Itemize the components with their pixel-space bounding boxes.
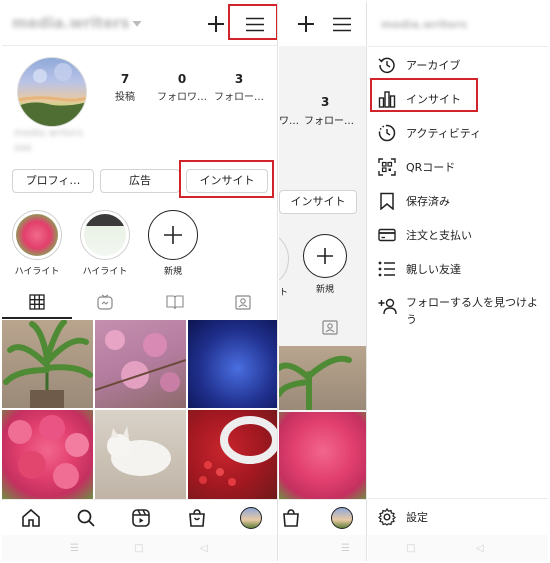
- followers-label-partial: ワ…: [279, 116, 299, 127]
- bottom-nav-partial: [279, 499, 366, 535]
- bookmark-icon: [380, 192, 394, 210]
- insights-menu-highlight-box: [370, 78, 478, 112]
- grid-icon[interactable]: [29, 294, 45, 310]
- menu-item-settings[interactable]: 設定: [368, 500, 548, 534]
- menu-item-close-friends[interactable]: 親しい友達: [368, 252, 548, 286]
- search-icon[interactable]: [76, 508, 96, 528]
- new-highlight-label-partial: 新規: [316, 285, 335, 295]
- back-triangle-icon[interactable]: ◁: [476, 543, 484, 554]
- edit-profile-button[interactable]: プロフィ…: [12, 169, 94, 193]
- menu-item-label: フォローする人を見つけよう: [406, 296, 538, 326]
- following-label: フォロー…: [214, 92, 264, 103]
- home-icon[interactable]: [21, 508, 41, 528]
- menu-bottom-divider: [368, 498, 548, 499]
- menu-item-archive[interactable]: アーカイブ: [368, 48, 548, 82]
- active-tab-indicator: [2, 317, 72, 319]
- menu-lines-icon[interactable]: ☰: [70, 543, 79, 554]
- profile-avatar-icon: [331, 507, 353, 529]
- new-highlight-partial: [303, 234, 347, 278]
- grid-post-3[interactable]: [188, 320, 277, 408]
- insights-button-partial: インサイト: [279, 190, 357, 214]
- menu-item-label: 注文と支払い: [406, 229, 472, 242]
- menu-item-label: 保存済み: [406, 195, 450, 208]
- highlight-2[interactable]: [80, 210, 130, 260]
- tagged-icon: [322, 320, 338, 335]
- menu-item-orders-payments[interactable]: 注文と支払い: [368, 218, 548, 252]
- profile-screen: media.writers 7 投稿 0 フォロワ… 3 フォロー… media…: [2, 2, 278, 561]
- back-triangle-icon[interactable]: ◁: [200, 543, 208, 554]
- bio-text: 444: [14, 144, 32, 154]
- settings-gear-icon: [378, 508, 396, 526]
- profile-screen-partial: 3 ワ… フォロー… インサイト ト 新規 ☰: [279, 2, 367, 561]
- menu-divider: [368, 46, 548, 47]
- grid-post-5[interactable]: [95, 410, 186, 499]
- igtv-icon[interactable]: [97, 294, 113, 310]
- side-menu: media.writers アーカイブ インサイト アクティビティ QRコード …: [368, 2, 548, 561]
- plus-icon: [317, 248, 333, 264]
- grid-post-6[interactable]: [188, 410, 277, 499]
- card-icon: [378, 228, 396, 242]
- menu-item-label: アクティビティ: [406, 127, 482, 140]
- bottom-nav: [2, 499, 277, 535]
- highlight-1[interactable]: [12, 210, 62, 260]
- following-stat[interactable]: 3 フォロー…: [204, 72, 274, 103]
- hamburger-menu-icon: [333, 17, 351, 32]
- grid-post-1[interactable]: [2, 320, 93, 408]
- highlight-2-label: ハイライト: [82, 267, 128, 277]
- qr-code-icon: [378, 158, 396, 176]
- following-count-partial: 3: [321, 95, 330, 109]
- home-square-icon[interactable]: □: [406, 543, 415, 554]
- grid-post-2[interactable]: [95, 320, 186, 408]
- ads-button[interactable]: 広告: [100, 169, 180, 193]
- menu-item-activity[interactable]: アクティビティ: [368, 116, 548, 150]
- menu-item-label: 設定: [406, 511, 428, 524]
- avatar[interactable]: [17, 57, 87, 127]
- menu-item-discover-people[interactable]: フォローする人を見つけよう: [368, 294, 548, 330]
- add-person-icon: [378, 298, 397, 315]
- tagged-icon[interactable]: [235, 294, 251, 310]
- profile-avatar-icon[interactable]: [240, 507, 262, 529]
- menu-lines-icon: ☰: [341, 543, 350, 554]
- system-nav-bar-partial: ☰: [279, 535, 366, 561]
- menu-item-saved[interactable]: 保存済み: [368, 184, 548, 218]
- archive-icon: [378, 57, 395, 74]
- plus-icon: [298, 16, 314, 32]
- grid-post-4[interactable]: [2, 410, 93, 499]
- highlight-label-partial: ト: [279, 288, 289, 298]
- system-nav-bar: ☰ □ ◁: [2, 535, 277, 561]
- partial-header: [279, 2, 366, 46]
- insights-highlight-box: [179, 160, 274, 198]
- menu-username: media.writers: [381, 18, 468, 31]
- username[interactable]: media.writers: [12, 14, 130, 32]
- system-nav-bar-menu: □ ◁: [368, 535, 548, 561]
- new-highlight-button[interactable]: [148, 210, 198, 260]
- new-highlight-label: 新規: [163, 267, 182, 277]
- reels-icon[interactable]: [131, 508, 151, 528]
- activity-icon: [378, 124, 396, 142]
- following-count: 3: [234, 72, 244, 86]
- highlight-1-label: ハイライト: [14, 267, 60, 277]
- close-friends-icon: [378, 261, 395, 277]
- grid-post-partial-1: [279, 346, 366, 410]
- home-square-icon[interactable]: □: [134, 543, 143, 554]
- menu-item-label: 親しい友達: [406, 263, 461, 276]
- menu-item-qr-code[interactable]: QRコード: [368, 150, 548, 184]
- shop-icon: [283, 509, 299, 527]
- guide-icon[interactable]: [166, 294, 184, 310]
- chevron-down-icon[interactable]: [132, 20, 142, 28]
- shop-icon[interactable]: [187, 508, 207, 528]
- menu-highlight-box: [228, 4, 277, 40]
- menu-item-label: アーカイブ: [406, 59, 461, 72]
- bio-name: media writers: [14, 128, 83, 139]
- grid-post-partial-2: [279, 412, 366, 499]
- plus-icon: [164, 226, 182, 244]
- menu-item-label: QRコード: [406, 161, 456, 174]
- plus-icon[interactable]: [207, 15, 225, 33]
- following-label-partial: フォロー…: [304, 116, 354, 127]
